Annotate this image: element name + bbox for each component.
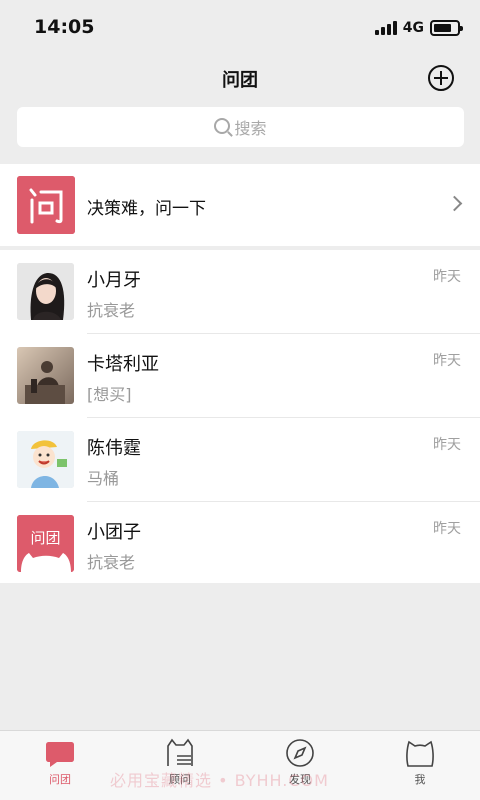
status-time: 14:05 xyxy=(34,16,95,38)
list-item[interactable]: 问团 小团子 抗衰老 昨天 xyxy=(0,502,480,586)
network-label: 4G xyxy=(402,20,424,36)
avatar xyxy=(17,347,74,404)
battery-icon xyxy=(430,20,463,36)
tab-wentuan[interactable]: 问团 xyxy=(0,731,120,800)
status-bar: 14:05 4G xyxy=(0,0,480,54)
cat-list-icon xyxy=(167,738,193,766)
page-title: 问团 xyxy=(222,70,258,91)
signal-icon xyxy=(374,21,397,35)
avatar: 问团 xyxy=(17,515,74,572)
chevron-right-icon xyxy=(446,195,463,212)
plus-circle-icon[interactable] xyxy=(428,65,454,91)
avatar xyxy=(17,431,74,488)
ask-entry-row[interactable]: 决策难，问一下 xyxy=(0,164,480,246)
nav-bar: 问团 xyxy=(0,54,480,102)
item-time: 昨天 xyxy=(433,353,461,369)
chat-bubble-icon xyxy=(46,742,74,767)
item-name: 陈伟霆 xyxy=(87,438,141,459)
wen-logo-icon xyxy=(17,176,75,234)
compass-icon xyxy=(286,739,314,767)
tab-label: 问团 xyxy=(49,773,71,786)
search-icon xyxy=(214,118,231,134)
avatar xyxy=(17,263,74,320)
tab-label: 我 xyxy=(414,773,426,786)
status-indicators: 4G xyxy=(374,18,463,38)
item-time: 昨天 xyxy=(433,437,461,453)
item-preview: [想买] xyxy=(87,385,132,404)
item-name: 小团子 xyxy=(87,522,141,543)
list-item[interactable]: 小月牙 抗衰老 昨天 xyxy=(0,250,480,334)
avatar-text: 问团 xyxy=(30,529,60,547)
ask-entry-label: 决策难，问一下 xyxy=(87,199,206,219)
list-item[interactable]: 卡塔利亚 [想买] 昨天 xyxy=(0,334,480,418)
item-name: 卡塔利亚 xyxy=(87,354,159,375)
item-preview: 马桶 xyxy=(87,469,120,488)
conversation-list: 小月牙 抗衰老 昨天 卡塔利亚 [想买] 昨天 陈伟霆 马桶 昨天 问团 小团子… xyxy=(0,250,480,583)
cat-head-icon xyxy=(406,740,434,767)
search-input[interactable]: 搜索 xyxy=(17,107,464,147)
item-preview: 抗衰老 xyxy=(87,301,136,320)
item-name: 小月牙 xyxy=(87,270,141,291)
item-time: 昨天 xyxy=(433,521,461,537)
list-item[interactable]: 陈伟霆 马桶 昨天 xyxy=(0,418,480,502)
item-time: 昨天 xyxy=(433,269,461,285)
item-preview: 抗衰老 xyxy=(87,553,136,572)
watermark: 必用宝藏精选 • BYHH.COM xyxy=(110,771,329,790)
search-placeholder: 搜索 xyxy=(234,119,267,138)
tab-me[interactable]: 我 xyxy=(360,731,480,800)
